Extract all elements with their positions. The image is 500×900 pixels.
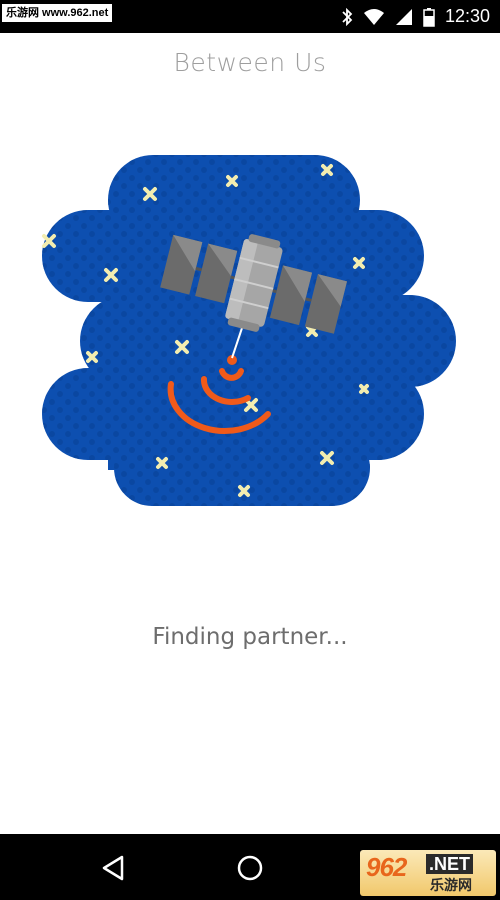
status-time: 12:30 xyxy=(444,6,490,26)
wifi-icon xyxy=(363,8,384,25)
status-icons: 12:30 xyxy=(341,0,490,33)
finding-partner-text: Finding partner... xyxy=(152,624,348,650)
watermark-logo: 962 .NET 乐游网 xyxy=(360,850,496,896)
status-bar: 乐游网 www.962.net 12:30 xyxy=(0,0,500,33)
signal-icon xyxy=(395,8,412,25)
watermark-suffix: .NET xyxy=(426,854,474,874)
watermark-label: 乐游网 www.962.net xyxy=(2,4,113,22)
back-button[interactable] xyxy=(97,852,129,884)
cloud-shape xyxy=(42,155,456,506)
back-icon xyxy=(102,855,124,881)
navigation-bar: 962 .NET 乐游网 xyxy=(0,834,500,900)
home-icon xyxy=(237,855,263,881)
watermark-cn: 乐游网 xyxy=(430,878,472,894)
app-title: Between Us xyxy=(173,48,327,77)
bluetooth-icon xyxy=(342,7,353,26)
watermark-number: 962 xyxy=(366,852,407,882)
battery-icon xyxy=(423,7,435,27)
home-button[interactable] xyxy=(234,852,266,884)
satellite-illustration xyxy=(40,150,460,512)
